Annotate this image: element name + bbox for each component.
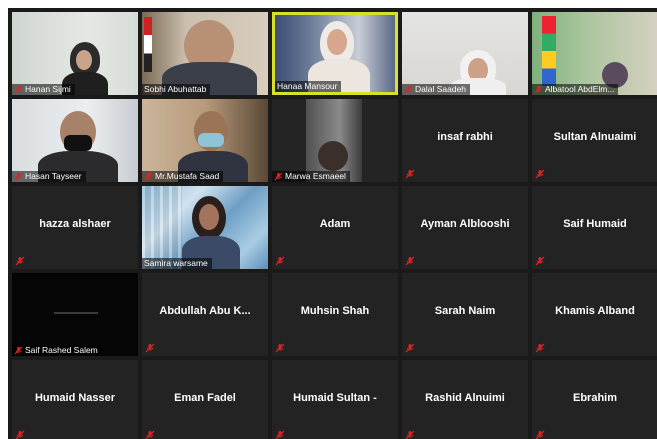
participant-video <box>12 12 138 95</box>
participant-name: Dalal Saadeh <box>415 84 467 94</box>
mic-muted-icon <box>145 343 155 353</box>
video-tile[interactable]: Saif Rashed Salem <box>12 273 138 356</box>
mic-muted-icon <box>14 85 23 94</box>
participant-name-label: Dalal Saadeh <box>402 84 471 95</box>
participant-name: Sarah Naim <box>434 305 496 317</box>
participant-name: Sultan Alnuaimi <box>553 131 637 143</box>
video-tile[interactable]: Dalal Saadeh <box>402 12 528 95</box>
mic-muted-icon <box>534 85 543 94</box>
video-tile[interactable]: Khamis Alband <box>532 273 657 356</box>
participant-name: Rashid Alnuimi <box>425 392 505 404</box>
participant-name: Saif Humaid <box>563 218 627 230</box>
participant-name: Albatool AbdElm... <box>545 84 615 94</box>
participant-video <box>272 99 398 182</box>
participant-name-label: Albatool AbdElm... <box>532 84 619 95</box>
video-tile[interactable]: Saif Humaid <box>532 186 657 269</box>
mic-muted-icon <box>144 172 153 181</box>
participant-video <box>142 12 268 95</box>
mic-muted-icon <box>275 343 285 353</box>
mic-muted-icon <box>275 256 285 266</box>
video-tile[interactable]: Sultan Alnuaimi <box>532 99 657 182</box>
participant-name: Ayman Alblooshi <box>420 218 510 230</box>
participant-video <box>12 273 138 356</box>
participant-name: hazza alshaer <box>39 218 111 230</box>
participant-video <box>142 99 268 182</box>
participant-name-label: Mr.Mustafa Saad <box>142 171 224 182</box>
participant-video <box>142 186 268 269</box>
mic-muted-icon <box>405 169 415 179</box>
mic-muted-icon <box>14 346 23 355</box>
mic-muted-icon <box>405 343 415 353</box>
participant-name-label: Marwa Esmaeel <box>272 171 350 182</box>
video-tile[interactable]: Hanan Sijmi <box>12 12 138 95</box>
participant-name-label: Saif Rashed Salem <box>12 345 102 356</box>
mic-muted-icon <box>275 430 285 439</box>
video-tile[interactable]: Sarah Naim <box>402 273 528 356</box>
mic-muted-icon <box>405 430 415 439</box>
video-tile[interactable]: Hasan Tayseer <box>12 99 138 182</box>
participant-name: Adam <box>319 218 351 230</box>
participant-name-label: Hasan Tayseer <box>12 171 86 182</box>
participant-name: Eman Fadel <box>174 392 236 404</box>
mic-muted-icon <box>15 430 25 439</box>
mic-muted-icon <box>535 430 545 439</box>
mic-muted-icon <box>405 256 415 266</box>
participant-name: Samira warsame <box>144 258 208 268</box>
participant-name: Sobhi Abuhattab <box>144 84 207 94</box>
video-tile-active-speaker[interactable]: Hanaa Mansour <box>272 12 398 95</box>
participant-name: insaf rabhi <box>437 131 493 143</box>
video-tile[interactable]: Sobhi Abuhattab <box>142 12 268 95</box>
video-tile[interactable]: Albatool AbdElm... <box>532 12 657 95</box>
participant-name: Hanan Sijmi <box>25 84 71 94</box>
video-tile[interactable]: Rashid Alnuimi <box>402 360 528 439</box>
mic-muted-icon <box>15 256 25 266</box>
video-gallery: Hanan Sijmi Sobhi Abuhattab Hanaa Mansou… <box>8 8 657 439</box>
video-tile[interactable]: Muhsin Shah <box>272 273 398 356</box>
video-tile[interactable]: Mr.Mustafa Saad <box>142 99 268 182</box>
participant-name: Khamis Alband <box>555 305 635 317</box>
video-tile[interactable]: Adam <box>272 186 398 269</box>
video-tile[interactable]: hazza alshaer <box>12 186 138 269</box>
participant-name: Saif Rashed Salem <box>25 345 98 355</box>
mic-muted-icon <box>274 172 283 181</box>
participant-video <box>402 12 528 95</box>
video-tile[interactable]: Humaid Sultan - <box>272 360 398 439</box>
mic-muted-icon <box>145 430 155 439</box>
mic-muted-icon <box>535 169 545 179</box>
mic-muted-icon <box>535 343 545 353</box>
participant-name: Hanaa Mansour <box>277 81 338 91</box>
participant-name-label: Hanan Sijmi <box>12 84 75 95</box>
participant-name: Hasan Tayseer <box>25 171 82 181</box>
video-tile[interactable]: Humaid Nasser <box>12 360 138 439</box>
participant-video <box>12 99 138 182</box>
participant-name-label: Sobhi Abuhattab <box>142 84 211 95</box>
participant-name-label: Samira warsame <box>142 258 212 269</box>
mic-muted-icon <box>535 256 545 266</box>
video-tile[interactable]: insaf rabhi <box>402 99 528 182</box>
participant-video <box>532 12 657 95</box>
video-tile[interactable]: Eman Fadel <box>142 360 268 439</box>
video-tile[interactable]: Abdullah Abu K... <box>142 273 268 356</box>
mic-muted-icon <box>14 172 23 181</box>
participant-name: Mr.Mustafa Saad <box>155 171 220 181</box>
participant-name: Humaid Nasser <box>34 392 116 404</box>
participant-name: Abdullah Abu K... <box>159 305 251 317</box>
participant-name: Marwa Esmaeel <box>285 171 346 181</box>
participant-name: Humaid Sultan - <box>293 392 377 404</box>
participant-name: Muhsin Shah <box>300 305 370 317</box>
mic-muted-icon <box>404 85 413 94</box>
video-tile[interactable]: Ayman Alblooshi <box>402 186 528 269</box>
participant-name-label: Hanaa Mansour <box>275 81 342 92</box>
participant-name: Ebrahim <box>572 392 617 404</box>
video-tile[interactable]: Marwa Esmaeel <box>272 99 398 182</box>
video-tile[interactable]: Ebrahim <box>532 360 657 439</box>
video-tile[interactable]: Samira warsame <box>142 186 268 269</box>
